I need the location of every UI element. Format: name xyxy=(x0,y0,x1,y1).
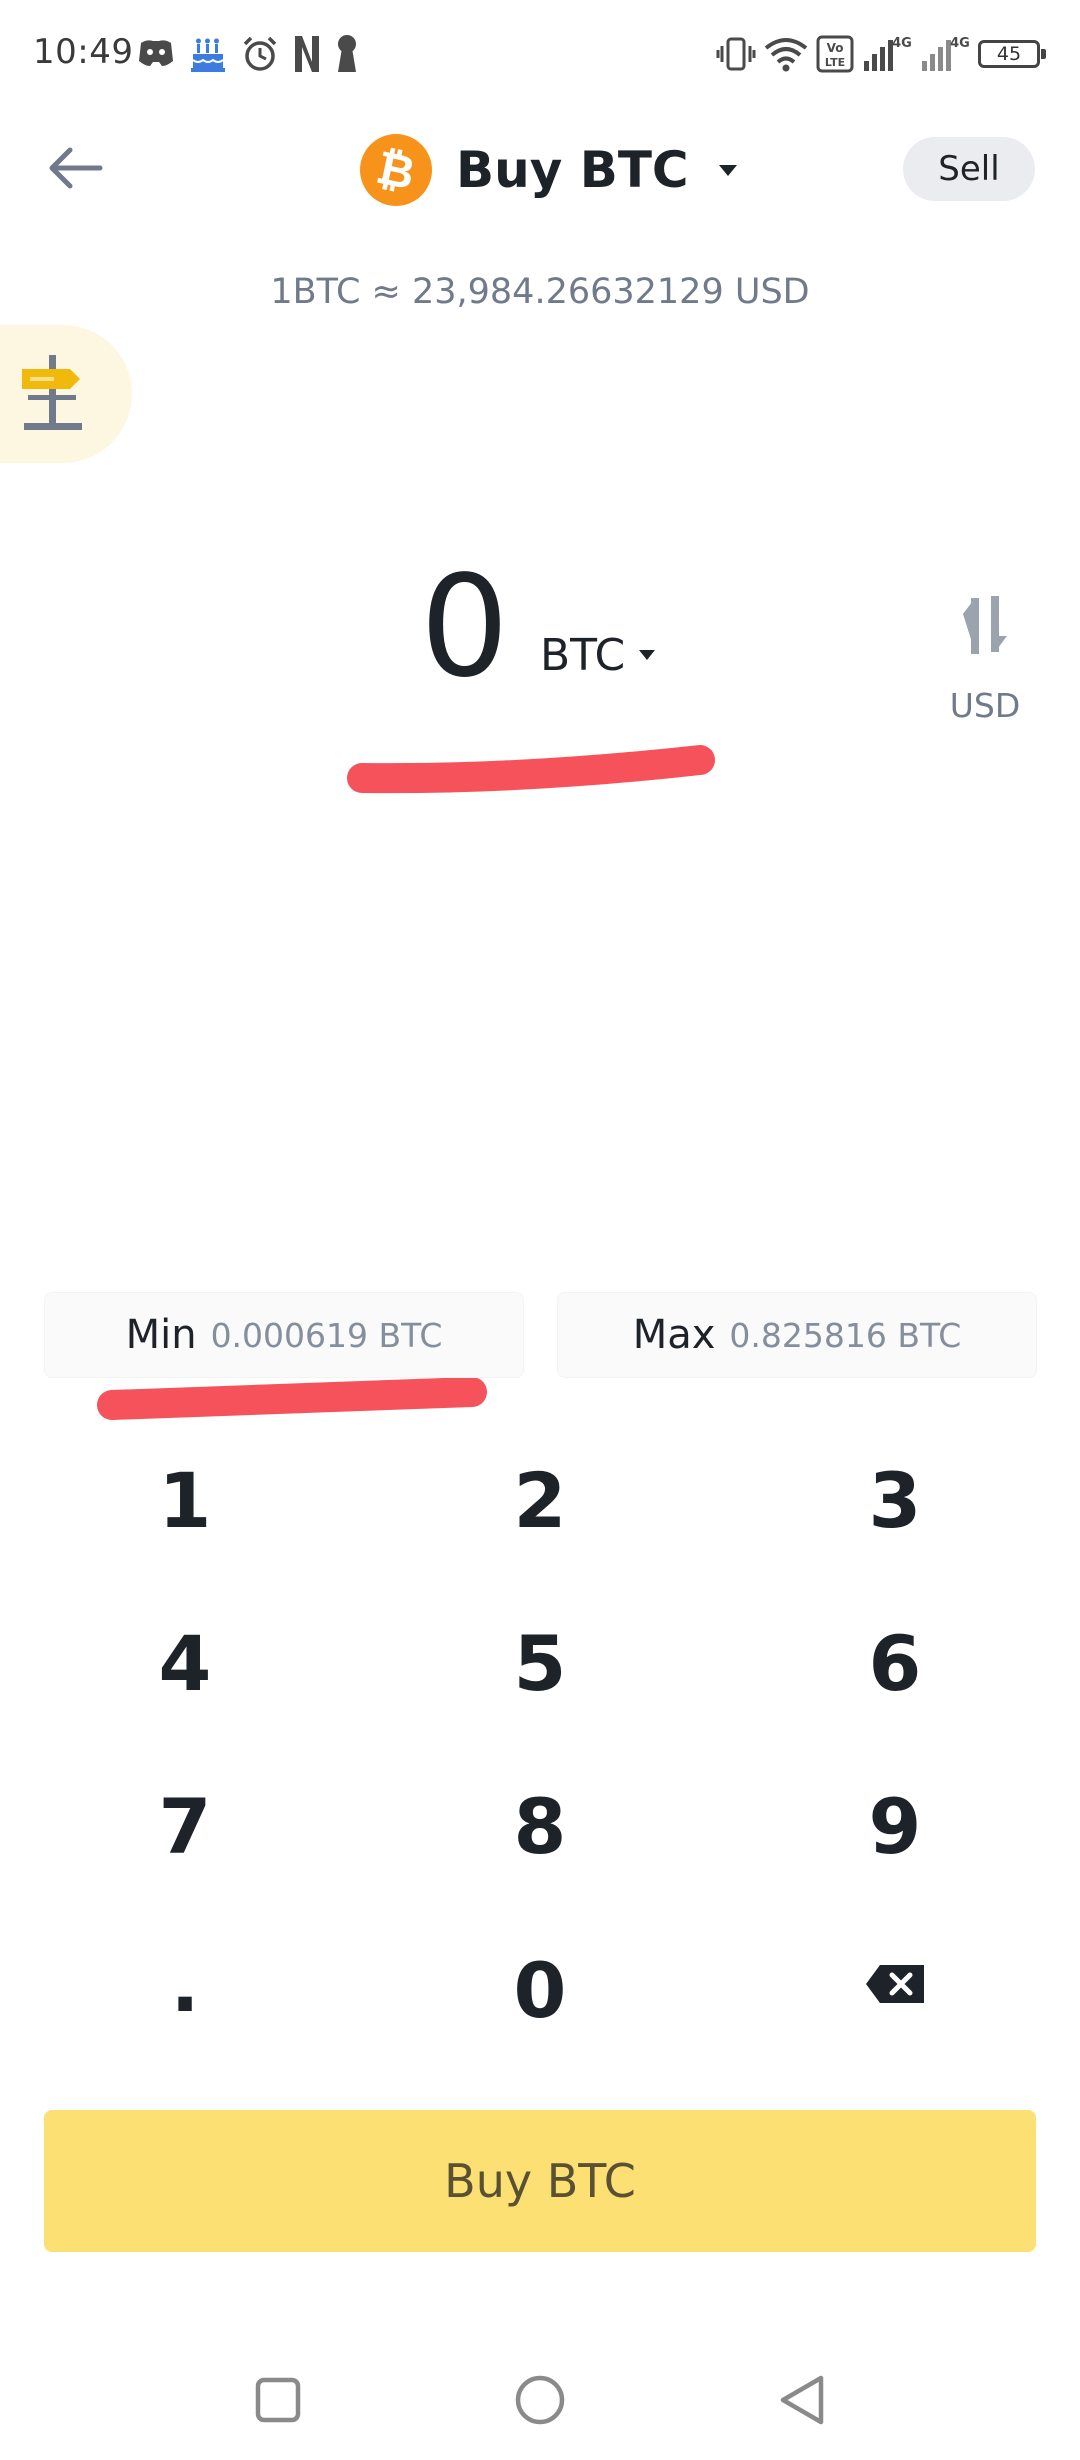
key-4[interactable]: 4 xyxy=(35,1593,335,1733)
amount-display: 0 xyxy=(420,546,510,709)
backspace-key[interactable] xyxy=(745,1914,1045,2054)
page-title: Buy BTC xyxy=(456,141,689,199)
highlight-stroke xyxy=(97,745,715,1420)
triangle-back-icon xyxy=(780,2375,824,2425)
system-nav-bar xyxy=(0,2340,1080,2460)
key-7[interactable]: 7 xyxy=(35,1756,335,1896)
status-time: 10:49 xyxy=(33,32,134,72)
key-2[interactable]: 2 xyxy=(390,1430,690,1570)
keyhole-icon xyxy=(338,35,356,72)
chevron-down-icon xyxy=(639,650,656,660)
discord-icon xyxy=(139,40,173,66)
currency-label: BTC xyxy=(540,629,626,681)
backspace-icon xyxy=(866,1965,924,2003)
svg-text:4G: 4G xyxy=(950,36,970,51)
back-arrow-icon xyxy=(49,147,103,189)
key-1[interactable]: 1 xyxy=(35,1430,335,1570)
currency-selector[interactable]: BTC xyxy=(540,627,656,683)
signal-icon: 4G xyxy=(922,36,970,71)
volte-icon: Vo LTE xyxy=(816,35,854,73)
key-8[interactable]: 8 xyxy=(390,1756,690,1896)
back-button[interactable] xyxy=(40,136,110,200)
system-icons: Vo LTE 4G 4G 45 xyxy=(708,30,1046,78)
svg-text:4G: 4G xyxy=(892,36,912,51)
bitcoin-icon: ₿ xyxy=(360,134,432,206)
key-3[interactable]: 3 xyxy=(745,1430,1045,1570)
min-label: Min xyxy=(125,1312,197,1358)
max-amount-button[interactable]: Max 0.825816 BTC xyxy=(557,1292,1037,1378)
cake-icon xyxy=(191,38,225,72)
vibrate-icon xyxy=(716,37,756,71)
min-value: 0.000619 BTC xyxy=(210,1315,443,1355)
key-9[interactable]: 9 xyxy=(745,1756,1045,1896)
battery-indicator: 45 xyxy=(978,40,1046,68)
swap-currency-label: USD xyxy=(949,686,1021,725)
alarm-icon xyxy=(243,36,277,71)
min-amount-button[interactable]: Min 0.000619 BTC xyxy=(44,1292,524,1378)
sell-button[interactable]: Sell xyxy=(903,137,1035,201)
svg-text:LTE: LTE xyxy=(825,56,845,69)
svg-text:Vo: Vo xyxy=(827,41,844,55)
key-decimal[interactable]: . xyxy=(35,1914,335,2054)
guide-widget[interactable] xyxy=(0,325,132,463)
buy-btc-button[interactable]: Buy BTC xyxy=(44,2110,1036,2252)
status-bar: 10:49 Vo LTE 4G 4G 45 xyxy=(0,0,1080,110)
back-nav-button[interactable] xyxy=(762,2360,842,2440)
coin-selector[interactable]: ₿ Buy BTC xyxy=(360,130,737,210)
home-button[interactable] xyxy=(500,2360,580,2440)
signpost-icon xyxy=(22,355,82,430)
max-value: 0.825816 BTC xyxy=(729,1315,962,1355)
currency-swap-toggle[interactable]: USD xyxy=(940,590,1030,730)
key-6[interactable]: 6 xyxy=(745,1593,1045,1733)
chevron-down-icon xyxy=(718,164,737,176)
signal-icon: 4G xyxy=(864,36,912,71)
max-label: Max xyxy=(632,1312,716,1358)
wifi-icon xyxy=(764,38,808,72)
key-5[interactable]: 5 xyxy=(390,1593,690,1733)
key-0[interactable]: 0 xyxy=(390,1920,690,2060)
netflix-icon xyxy=(295,36,319,72)
exchange-rate: 1BTC ≈ 23,984.26632129 USD xyxy=(270,272,810,312)
circle-icon xyxy=(515,2375,565,2425)
square-icon xyxy=(255,2377,301,2423)
recent-apps-button[interactable] xyxy=(238,2360,318,2440)
notification-icons xyxy=(137,30,373,78)
swap-arrows-icon xyxy=(963,596,1007,654)
